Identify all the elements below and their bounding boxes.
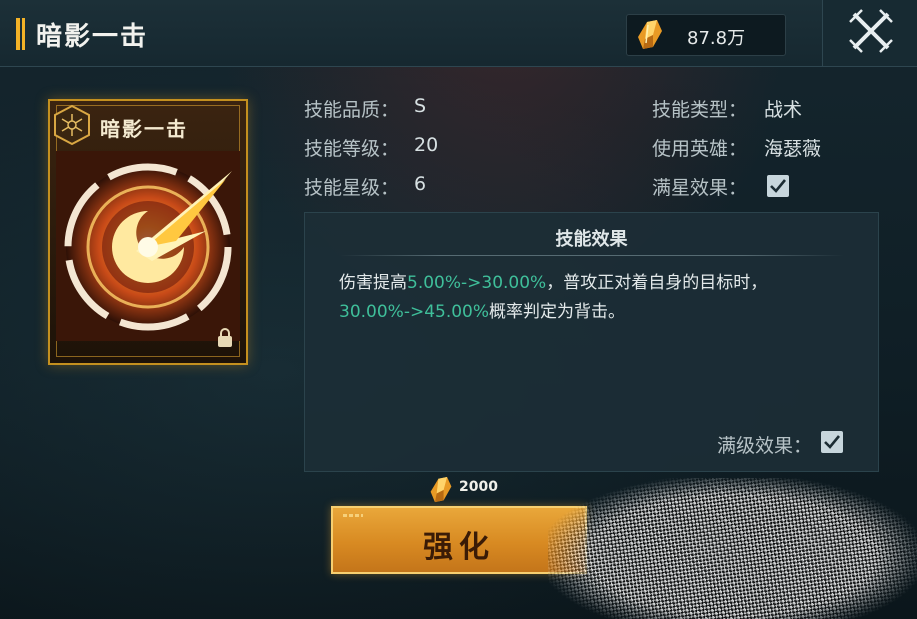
effect-text-3: 概率判定为背击。 xyxy=(489,302,626,322)
hero-value: 海瑟薇 xyxy=(764,138,822,160)
title-accent xyxy=(16,18,25,50)
fullstar-checkbox xyxy=(767,175,789,197)
hero-label: 使用英雄： xyxy=(652,138,748,160)
effect-text-1: 伤害提高 xyxy=(339,273,407,293)
fullstar-label: 满星效果： xyxy=(652,177,748,199)
shadow-strike-art xyxy=(56,151,240,341)
lock-icon xyxy=(218,328,232,347)
checkmark-icon xyxy=(770,179,787,193)
star-label: 技能星级： xyxy=(304,177,400,199)
header-bar: 暗影一击 87.8万 xyxy=(0,0,917,67)
level-value: 20 xyxy=(414,134,439,156)
maxlevel-checkbox xyxy=(821,431,843,453)
checkmark-icon xyxy=(824,435,841,449)
crossed-swords-close-icon xyxy=(849,9,893,53)
upgrade-cost: 2000 xyxy=(459,479,498,495)
effect-title: 技能效果 xyxy=(555,229,628,250)
effect-text-2: ，普攻正对着自身的目标时， xyxy=(546,273,768,293)
effect-highlight-2: 30.00%->45.00% xyxy=(339,302,490,322)
currency-amount: 87.8万 xyxy=(687,28,746,49)
effect-description: 伤害提高5.00%->30.00%，普攻正对着自身的目标时， 30.00%->4… xyxy=(339,269,849,327)
star-value: 6 xyxy=(414,173,427,195)
skill-effect-panel: 技能效果 伤害提高5.00%->30.00%，普攻正对着自身的目标时， 30.0… xyxy=(304,212,879,472)
type-label: 技能类型： xyxy=(652,99,748,121)
card-name: 暗影一击 xyxy=(100,117,188,141)
button-stripe xyxy=(343,514,363,517)
close-button[interactable] xyxy=(822,0,917,66)
quality-label: 技能品质： xyxy=(304,99,400,121)
gold-crystal-icon xyxy=(430,477,452,503)
type-value: 战术 xyxy=(764,99,803,121)
effect-highlight-1: 5.00%->30.00% xyxy=(407,273,547,293)
effect-divider xyxy=(339,255,844,256)
page-title: 暗影一击 xyxy=(36,22,149,52)
skill-card: 暗影一击 xyxy=(48,99,248,365)
maxlevel-label: 满级效果： xyxy=(717,435,813,457)
quality-value: S xyxy=(414,95,427,117)
noise-overlay xyxy=(548,478,917,619)
hexagon-star-badge-icon xyxy=(54,104,90,146)
currency-display[interactable]: 87.8万 xyxy=(626,14,786,56)
gold-crystal-icon xyxy=(638,20,662,49)
level-label: 技能等级： xyxy=(304,138,400,160)
